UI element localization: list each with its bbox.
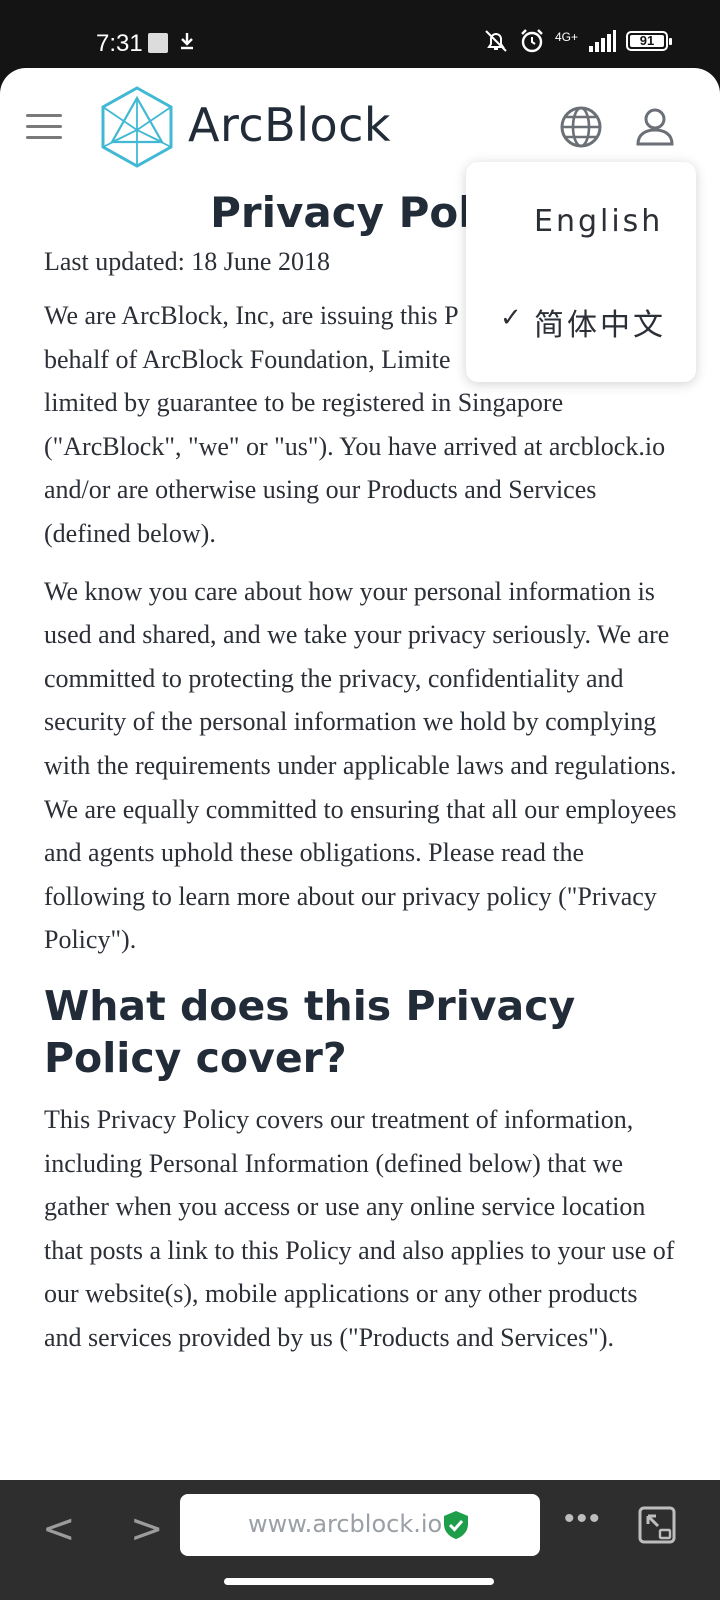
language-option-english[interactable]: English [466,192,696,252]
more-options-button[interactable]: ••• [564,1502,602,1536]
intro-line: behalf of ArcBlock Foundation, Limite [44,344,451,374]
intro-line: (defined below). [44,518,216,548]
intro-line: We are ArcBlock, Inc, are issuing this P [44,301,459,330]
privacy-paragraph: We know you care about how your personal… [44,576,677,955]
url-text: www.arcblock.io [248,1510,443,1538]
download-icon [181,33,193,50]
home-indicator[interactable] [224,1578,494,1585]
arcblock-logo-icon[interactable] [100,86,174,168]
battery-icon: 91 [626,31,672,51]
back-button[interactable]: < [42,1506,76,1552]
signal-icon [589,30,616,52]
network-type: 4G+ [554,30,578,44]
notification-thumbnail-icon [148,33,168,53]
language-label: English [534,204,664,239]
coverage-paragraph: This Privacy Policy covers our treatment… [44,1104,675,1352]
intro-line: and/or are otherwise using our Products … [44,475,597,505]
brand-name[interactable]: ArcBlock [188,98,391,152]
status-time: 7:31 [96,30,143,57]
user-icon[interactable] [634,106,676,148]
language-menu: English ✓ 简体中文 [466,162,696,382]
forward-button[interactable]: > [130,1506,164,1552]
battery-level: 91 [639,33,655,48]
language-label: 简体中文 [534,308,666,343]
status-icons: 4G+ 91 [483,28,672,54]
globe-icon[interactable] [560,106,602,148]
mute-bell-icon [485,30,507,52]
alarm-icon [521,29,543,53]
section-heading: What does this Privacy Policy cover? [44,981,576,1082]
intro-line: limited by guarantee to be registered in… [44,388,564,418]
address-bar[interactable]: www.arcblock.io [180,1494,540,1556]
picture-in-picture-icon[interactable] [638,1506,676,1544]
language-option-chinese[interactable]: ✓ 简体中文 [466,288,696,348]
check-icon: ✓ [500,302,525,332]
intro-line: ("ArcBlock", "we" or "us"). You have arr… [44,431,666,461]
web-page: ArcBlock Privacy Polic Last updated: 18 … [0,68,720,1480]
menu-icon[interactable] [26,114,62,142]
secure-shield-icon [444,1511,468,1539]
